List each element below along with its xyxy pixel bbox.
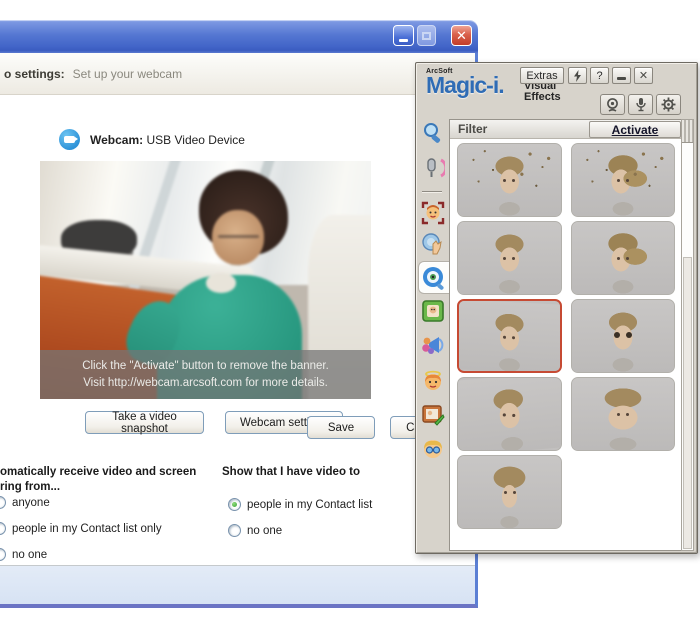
sidebar-item-filter-effects[interactable] — [418, 261, 449, 294]
microphone-icon — [635, 97, 647, 112]
sidebar-divider — [422, 191, 442, 193]
sidebar-item-emoji[interactable] — [419, 367, 446, 394]
radio-icon[interactable] — [0, 496, 6, 509]
effect-thumbnail-small-chin[interactable] — [457, 455, 562, 529]
accessories-face-icon — [421, 437, 445, 461]
arcsoft-magic-i-window: ArcSoft Magic-i. Visual Effects Extras ?… — [415, 62, 698, 554]
banner-line1: Click the "Activate" button to remove th… — [40, 358, 371, 375]
radio-icon[interactable] — [0, 548, 6, 561]
skype-titlebar[interactable]: ✕ — [0, 20, 478, 53]
radio-icon[interactable] — [228, 524, 241, 537]
sidebar-item-avatar[interactable] — [419, 331, 446, 358]
wrench-magnifier-icon — [421, 121, 445, 145]
effect-thumbnail-hair-over-face[interactable] — [571, 221, 676, 295]
receive-video-heading: omatically receive video and screen ring… — [0, 465, 196, 495]
radio-show-contact-list[interactable]: people in my Contact list — [228, 498, 372, 511]
webcam-icon — [605, 98, 620, 112]
help-button[interactable]: ? — [590, 67, 609, 84]
effect-thumbnail-melt-distort-selected[interactable] — [457, 299, 562, 373]
minimize-icon — [617, 77, 626, 80]
effect-category-sidebar — [416, 119, 449, 551]
magic-i-logo: Magic-i. — [426, 75, 504, 97]
webcam-label: Webcam: — [90, 133, 143, 147]
filter-title: Filter — [450, 122, 589, 136]
settings-button[interactable] — [656, 94, 681, 115]
emoji-face-icon — [421, 369, 445, 393]
microphone-button[interactable] — [628, 94, 653, 115]
radio-no-one-receive[interactable]: no one — [0, 548, 47, 561]
sidebar-item-accessories[interactable] — [419, 435, 446, 462]
gear-icon — [661, 97, 676, 112]
effect-thumbnail-big-eyes[interactable] — [571, 299, 676, 373]
sidebar-item-frames[interactable] — [419, 297, 446, 324]
lightning-icon — [573, 70, 582, 82]
avatar-megaphone-icon — [421, 333, 445, 357]
effect-thumbnail-dissolve-swirl[interactable] — [571, 143, 676, 217]
show-video-heading: Show that I have video to — [222, 465, 360, 480]
scrollbar-grip[interactable] — [682, 120, 693, 143]
hand-gesture-icon — [421, 232, 445, 256]
question-icon: ? — [596, 70, 602, 82]
filter-effects-icon — [421, 265, 447, 291]
arc-minimize-button[interactable] — [612, 67, 631, 84]
skype-window-body: o settings: Set up your webcam Webcam: U… — [0, 53, 478, 608]
face-tracking-icon — [421, 201, 445, 225]
close-icon: ✕ — [456, 29, 467, 42]
activate-button[interactable]: Activate — [589, 121, 681, 138]
sidebar-item-voice[interactable] — [419, 154, 446, 181]
minimize-button[interactable] — [393, 25, 414, 46]
maximize-icon — [422, 32, 431, 40]
effect-thumbnail-plain-face[interactable] — [457, 221, 562, 295]
frames-icon — [421, 299, 445, 323]
arcsoft-watermark-banner: Click the "Activate" button to remove th… — [40, 350, 371, 399]
dialog-footer — [0, 565, 475, 604]
close-button[interactable]: ✕ — [451, 25, 472, 46]
microphone-effect-icon — [421, 156, 445, 180]
effect-thumbnail-dissolve-scatter[interactable] — [457, 143, 562, 217]
sidebar-item-theme[interactable] — [419, 401, 446, 428]
scrollbar-track-fill — [683, 257, 692, 549]
save-button[interactable]: Save — [307, 416, 375, 439]
webcam-source-button[interactable] — [600, 94, 625, 115]
radio-checked-icon[interactable] — [228, 498, 241, 511]
webcam-device-row: Webcam: USB Video Device — [59, 129, 245, 150]
pin-button[interactable] — [568, 67, 587, 84]
webcam-device-name: USB Video Device — [146, 133, 245, 147]
take-snapshot-button[interactable]: Take a video snapshot — [85, 411, 204, 434]
effect-thumbnail-grid — [450, 140, 682, 536]
close-icon: ✕ — [639, 69, 648, 82]
webcam-badge-icon — [59, 129, 80, 150]
radio-anyone[interactable]: anyone — [0, 496, 50, 509]
settings-section-header: o settings: Set up your webcam — [0, 53, 475, 95]
radio-show-no-one[interactable]: no one — [228, 524, 282, 537]
effect-thumbnail-twist-nose[interactable] — [457, 377, 562, 451]
maximize-button[interactable] — [417, 25, 436, 46]
filter-panel: Filter Activate — [449, 119, 683, 551]
sidebar-item-face-tracking[interactable] — [419, 199, 446, 226]
banner-line2: Visit http://webcam.arcsoft.com for more… — [40, 375, 371, 392]
webcam-preview: Click the "Activate" button to remove th… — [40, 161, 371, 399]
sidebar-item-tools[interactable] — [419, 119, 446, 146]
panel-scrollbar[interactable] — [681, 119, 694, 551]
sidebar-item-gesture[interactable] — [419, 230, 446, 257]
arc-close-button[interactable]: ✕ — [634, 67, 653, 84]
skype-settings-window: ✕ o settings: Set up your webcam Webcam:… — [0, 20, 478, 612]
effect-thumbnail-wide-face[interactable] — [571, 377, 676, 451]
section-subtitle: Set up your webcam — [73, 67, 182, 81]
radio-contact-list-only[interactable]: people in my Contact list only — [0, 522, 162, 535]
extras-button[interactable]: Extras — [520, 67, 564, 84]
minimize-icon — [399, 39, 408, 42]
visual-effects-tagline: Visual Effects — [524, 81, 561, 103]
section-title: o settings: — [4, 67, 65, 81]
filter-panel-header: Filter Activate — [450, 120, 682, 139]
theme-frame-brush-icon — [421, 403, 445, 427]
arcsoft-logo: ArcSoft Magic-i. — [426, 68, 504, 97]
radio-icon[interactable] — [0, 522, 6, 535]
